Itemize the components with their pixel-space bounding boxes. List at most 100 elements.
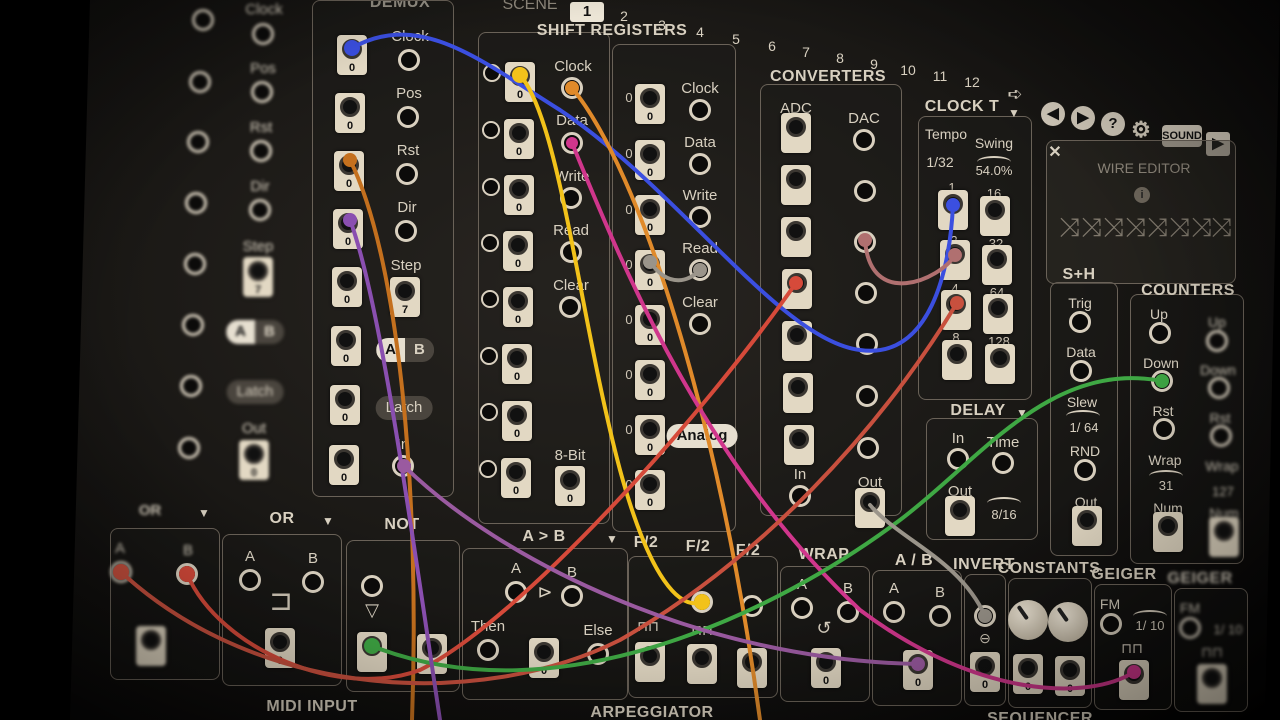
sr2-port-1[interactable]: 0 — [635, 84, 665, 124]
wrap-out-port[interactable]: 0 — [811, 648, 841, 688]
sr2-clock-jack[interactable] — [689, 99, 711, 121]
clock-out-16[interactable] — [980, 196, 1010, 236]
sr-8bit-port[interactable]: 0 — [555, 466, 585, 506]
back-icon[interactable]: ◀ — [1041, 102, 1065, 126]
demux-dir-jack[interactable] — [395, 220, 417, 242]
ab-a-jack[interactable] — [883, 601, 905, 623]
dac-jack-6[interactable] — [856, 385, 878, 407]
left-jack-1[interactable] — [192, 9, 214, 31]
wire-curve-icon-4[interactable]: ⤨ — [1125, 212, 1146, 242]
sr-clock-jack[interactable] — [561, 77, 583, 99]
clock-out-4[interactable] — [941, 290, 971, 330]
counter2-wrap-value[interactable]: 127 — [1212, 484, 1234, 499]
sr-port-7[interactable]: 0 — [502, 401, 532, 441]
sr-clear-jack[interactable] — [559, 296, 581, 318]
left-dir-jack[interactable] — [249, 199, 271, 221]
counter2-rst-jack[interactable] — [1210, 425, 1232, 447]
forward-icon[interactable]: ▶ — [1071, 106, 1095, 130]
scene-arrow-icon[interactable]: ➪ — [1007, 84, 1022, 105]
sr-read-jack[interactable] — [560, 241, 582, 263]
clock-out-1[interactable] — [938, 190, 968, 230]
demux-port-2[interactable]: 0 — [335, 93, 365, 133]
or-out-port[interactable]: 0 — [265, 628, 295, 668]
counter2-down-jack[interactable] — [1208, 377, 1230, 399]
wrap-a-jack[interactable] — [791, 597, 813, 619]
clock-out-2[interactable] — [940, 240, 970, 280]
demux-port-8[interactable]: 0 — [329, 445, 359, 485]
scene-7-button[interactable]: 7 — [802, 44, 810, 60]
adc-port-6[interactable] — [783, 373, 813, 413]
sr-port-8[interactable]: 0 — [501, 458, 531, 498]
sh-data-jack[interactable] — [1070, 360, 1092, 382]
demux-in-jack[interactable] — [392, 455, 414, 477]
demux-port-4[interactable]: 0 — [333, 209, 363, 249]
delay-time-value[interactable]: 8/16 — [991, 507, 1016, 522]
sr2-port-7[interactable]: 0 — [635, 415, 665, 455]
wire-curve-icon-8[interactable]: ⤨ — [1211, 212, 1232, 242]
adc-port-5[interactable] — [782, 321, 812, 361]
f2-out-a[interactable] — [635, 642, 665, 682]
left-clock-jack[interactable] — [252, 23, 274, 45]
sr2-data-jack[interactable] — [689, 153, 711, 175]
sr2-write-jack[interactable] — [689, 206, 711, 228]
sh-out-port[interactable] — [1072, 506, 1102, 546]
constant-knob-2[interactable] — [1048, 602, 1088, 642]
or-b-jack[interactable] — [302, 571, 324, 593]
demux-port-3[interactable]: 0 — [334, 151, 364, 191]
adc-in-jack[interactable] — [789, 485, 811, 507]
sr2-port-8[interactable]: 0 — [635, 470, 665, 510]
sr2-port-4[interactable]: 0 — [635, 250, 665, 290]
wire-curve-icon-1[interactable]: ⤨ — [1059, 212, 1080, 242]
wire-curve-icon-2[interactable]: ⤨ — [1081, 212, 1102, 242]
xor-b-jack[interactable] — [176, 563, 198, 585]
clock-out-32[interactable] — [982, 245, 1012, 285]
constant-out-2[interactable]: 0 — [1055, 656, 1085, 696]
wire-curve-icon-7[interactable]: ⤨ — [1191, 212, 1212, 242]
adc-port-3[interactable] — [781, 217, 811, 257]
scene-8-button[interactable]: 8 — [836, 50, 844, 66]
left-jack-6[interactable] — [182, 314, 204, 336]
scene-12-button[interactable]: 12 — [964, 74, 980, 90]
sh-trig-jack[interactable] — [1069, 311, 1091, 333]
dac-jack-3[interactable] — [854, 231, 876, 253]
f2-out-b[interactable] — [687, 644, 717, 684]
sh-rnd-jack[interactable] — [1074, 459, 1096, 481]
sr-port-6[interactable]: 0 — [502, 344, 532, 384]
then-jack[interactable] — [477, 639, 499, 661]
geiger2-fm-value[interactable]: 1/ 10 — [1214, 622, 1243, 637]
demux-ab-toggle[interactable]: AB — [376, 338, 434, 362]
left-latch-button[interactable]: Latch — [226, 380, 284, 404]
counter-rst-jack[interactable] — [1153, 418, 1175, 440]
geiger-fm-jack[interactable] — [1100, 613, 1122, 635]
wire-curve-icon-3[interactable]: ⤨ — [1103, 212, 1124, 242]
counter-up-jack[interactable] — [1149, 322, 1171, 344]
sr2-port-6[interactable]: 0 — [635, 360, 665, 400]
wrap-b-jack[interactable] — [837, 601, 859, 623]
adc-port-1[interactable] — [781, 113, 811, 153]
demux-port-5[interactable]: 0 — [332, 267, 362, 307]
clock-out-128[interactable] — [985, 344, 1015, 384]
not-in-jack[interactable] — [361, 575, 383, 597]
dac-jack-4[interactable] — [855, 282, 877, 304]
clock-dropdown-icon[interactable]: ▼ — [1008, 106, 1020, 120]
info-icon[interactable]: i — [1134, 187, 1150, 203]
ab-out-port[interactable]: 0 — [903, 650, 933, 690]
cmp-out-port[interactable]: 0 — [529, 638, 559, 678]
geiger-fm-value[interactable]: 1/ 10 — [1136, 618, 1165, 633]
demux-step-port[interactable]: 7 — [390, 277, 420, 317]
left-jack-2[interactable] — [189, 71, 211, 93]
left-jack-8[interactable] — [178, 437, 200, 459]
scene-1-button[interactable]: 1 — [570, 2, 604, 22]
sr-port-2[interactable]: 0 — [504, 119, 534, 159]
sr-port-4[interactable]: 0 — [503, 231, 533, 271]
left-rst-jack[interactable] — [250, 140, 272, 162]
ab-b-jack[interactable] — [929, 605, 951, 627]
counter2-num-port[interactable] — [1209, 517, 1239, 557]
invert-out-port[interactable]: 0 — [970, 652, 1000, 692]
adc-port-7[interactable] — [784, 425, 814, 465]
demux-pos-jack[interactable] — [397, 106, 419, 128]
left-out-port[interactable]: 0 — [239, 440, 269, 480]
f2-in-c[interactable] — [741, 595, 763, 617]
constant-out-1[interactable]: 0 — [1013, 654, 1043, 694]
not-out-port[interactable] — [357, 632, 387, 672]
